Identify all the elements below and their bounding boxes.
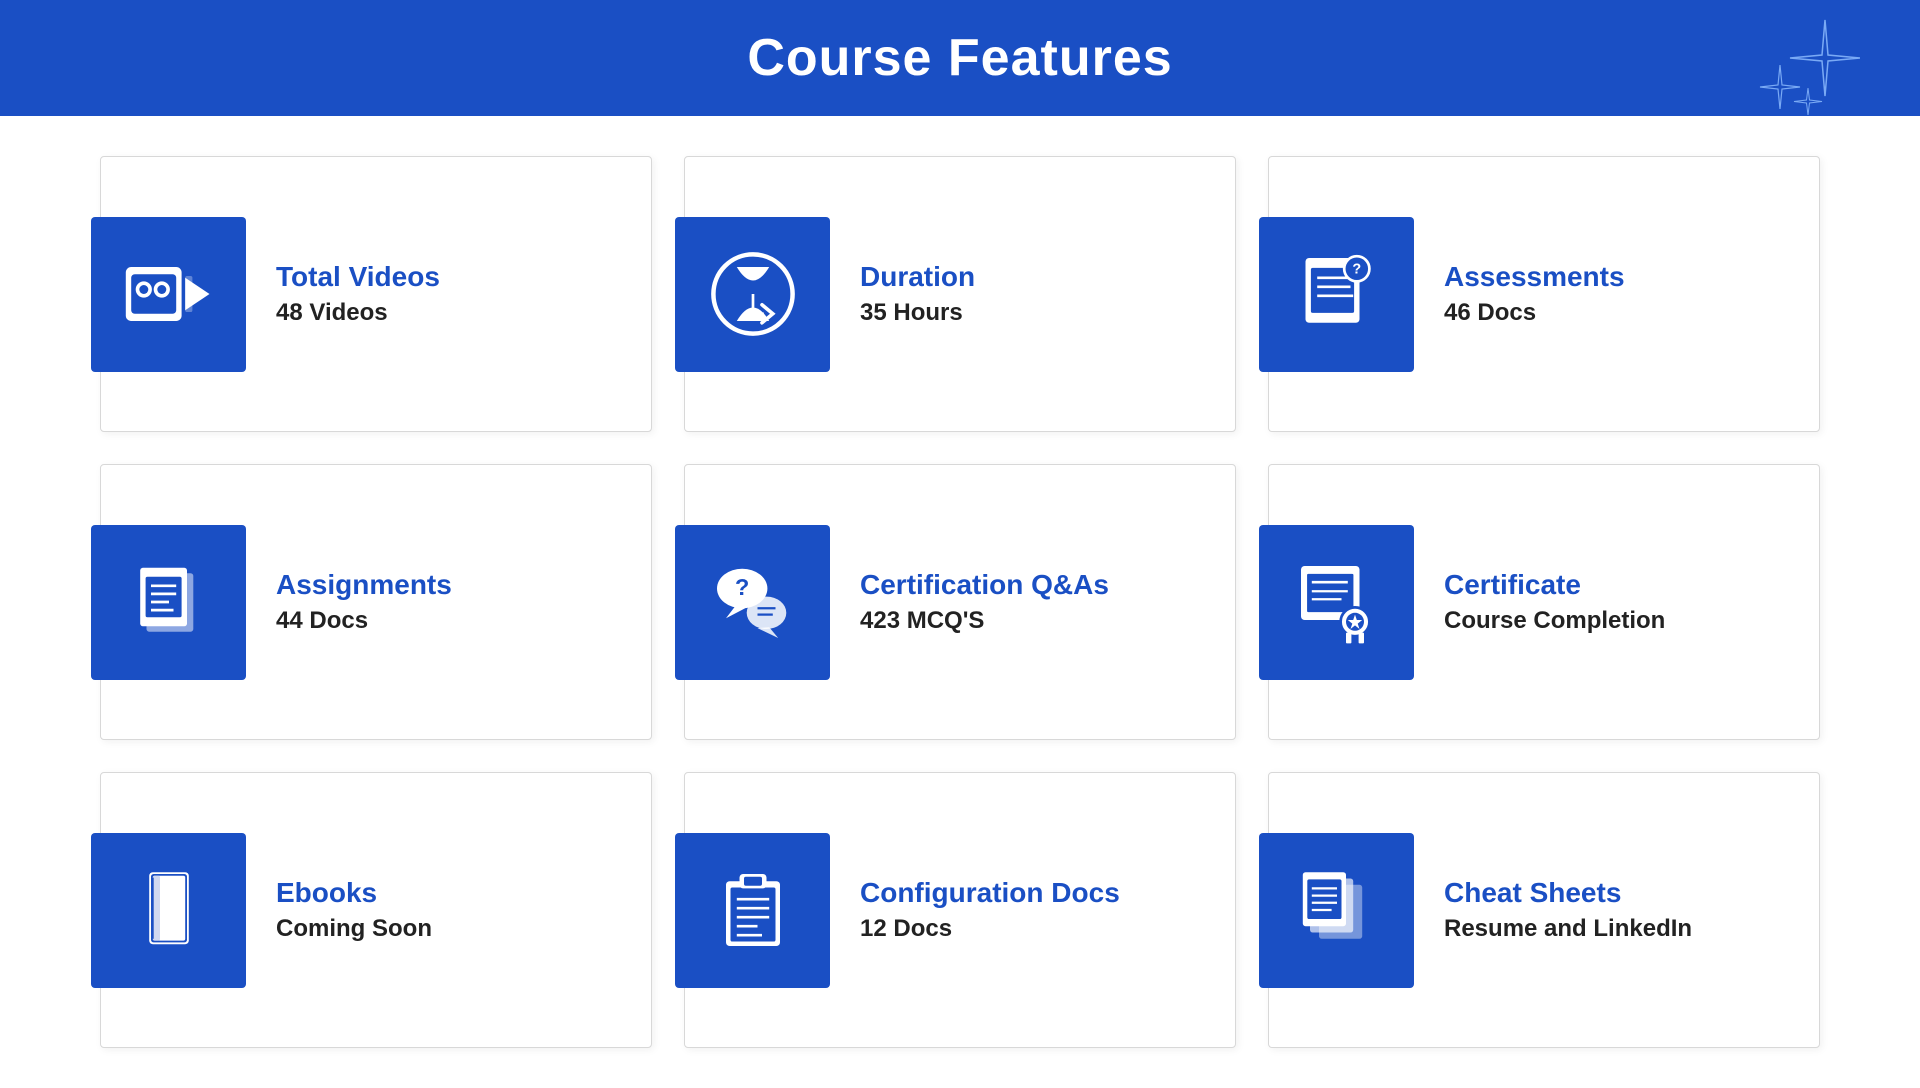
certificate-subtitle: Course Completion xyxy=(1444,607,1665,635)
certification-qas-subtitle: 423 MCQ'S xyxy=(860,607,1109,635)
duration-icon-box xyxy=(675,217,830,372)
config-icon-box xyxy=(675,833,830,988)
cheat-sheets-subtitle: Resume and LinkedIn xyxy=(1444,915,1692,943)
feature-card-assignments: Assignments 44 Docs xyxy=(100,464,652,740)
configuration-docs-text: Configuration Docs 12 Docs xyxy=(830,877,1120,943)
duration-title: Duration xyxy=(860,261,975,293)
features-grid: Total Videos 48 Videos Duration 35 Hours xyxy=(0,116,1920,1088)
hourglass-icon xyxy=(708,249,798,339)
ebooks-text: Ebooks Coming Soon xyxy=(246,877,432,943)
duration-text: Duration 35 Hours xyxy=(830,261,975,327)
page-title: Course Features xyxy=(747,28,1172,88)
cheat-sheets-title: Cheat Sheets xyxy=(1444,877,1692,909)
assessments-title: Assessments xyxy=(1444,261,1625,293)
assignments-icon-box xyxy=(91,525,246,680)
ebooks-title: Ebooks xyxy=(276,877,432,909)
assessments-subtitle: 46 Docs xyxy=(1444,299,1625,327)
certificate-icon xyxy=(1292,557,1382,647)
video-camera-icon xyxy=(124,249,214,339)
certificate-text: Certificate Course Completion xyxy=(1414,569,1665,635)
total-videos-text: Total Videos 48 Videos xyxy=(246,261,440,327)
sheets-icon-box xyxy=(1259,833,1414,988)
feature-card-total-videos: Total Videos 48 Videos xyxy=(100,156,652,432)
qna-icon-box: ? xyxy=(675,525,830,680)
feature-card-assessments: ? Assessments 46 Docs xyxy=(1268,156,1820,432)
feature-card-certificate: Certificate Course Completion xyxy=(1268,464,1820,740)
feature-card-cheat-sheets: Cheat Sheets Resume and LinkedIn xyxy=(1268,772,1820,1048)
assessment-doc-icon: ? xyxy=(1292,249,1382,339)
configuration-docs-subtitle: 12 Docs xyxy=(860,915,1120,943)
assignments-docs-icon xyxy=(124,557,214,647)
configuration-docs-title: Configuration Docs xyxy=(860,877,1120,909)
page-header: Course Features xyxy=(0,0,1920,116)
duration-subtitle: 35 Hours xyxy=(860,299,975,327)
ebooks-subtitle: Coming Soon xyxy=(276,915,432,943)
assignments-text: Assignments 44 Docs xyxy=(246,569,452,635)
ebooks-icon-box xyxy=(91,833,246,988)
clipboard-icon xyxy=(708,865,798,955)
cheat-sheets-text: Cheat Sheets Resume and LinkedIn xyxy=(1414,877,1692,943)
assignments-subtitle: 44 Docs xyxy=(276,607,452,635)
decorative-stars-icon xyxy=(1720,10,1860,130)
feature-card-duration: Duration 35 Hours xyxy=(684,156,1236,432)
feature-card-certification-qas: ? Certification Q&As 423 MCQ'S xyxy=(684,464,1236,740)
certificate-icon-box xyxy=(1259,525,1414,680)
certification-qas-title: Certification Q&As xyxy=(860,569,1109,601)
ebook-icon xyxy=(124,865,214,955)
assignments-title: Assignments xyxy=(276,569,452,601)
certificate-title: Certificate xyxy=(1444,569,1665,601)
assessments-text: Assessments 46 Docs xyxy=(1414,261,1625,327)
feature-card-ebooks: Ebooks Coming Soon xyxy=(100,772,652,1048)
video-icon-box xyxy=(91,217,246,372)
cheat-sheets-icon xyxy=(1292,865,1382,955)
qna-bubbles-icon: ? xyxy=(708,557,798,647)
svg-text:?: ? xyxy=(735,574,749,600)
assessments-icon-box: ? xyxy=(1259,217,1414,372)
svg-text:?: ? xyxy=(1352,261,1361,277)
certification-qas-text: Certification Q&As 423 MCQ'S xyxy=(830,569,1109,635)
feature-card-configuration-docs: Configuration Docs 12 Docs xyxy=(684,772,1236,1048)
total-videos-title: Total Videos xyxy=(276,261,440,293)
total-videos-subtitle: 48 Videos xyxy=(276,299,440,327)
